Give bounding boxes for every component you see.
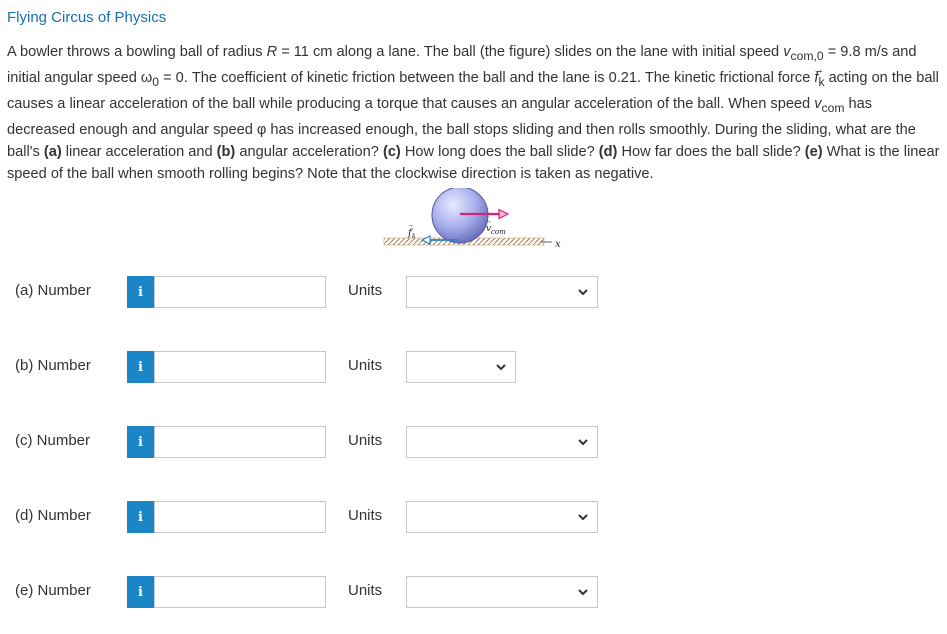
units-label-a: Units xyxy=(348,282,383,299)
number-input-d[interactable] xyxy=(154,501,326,533)
friction-subscript: k xyxy=(412,233,416,240)
x-axis-label: x xyxy=(555,239,561,250)
units-label-e: Units xyxy=(348,582,383,599)
part-b-label: (b) Number xyxy=(15,357,91,374)
part-c-label: (c) Number xyxy=(15,432,91,449)
units-label-d: Units xyxy=(348,507,383,524)
info-icon[interactable]: i xyxy=(127,351,154,383)
units-label-c: Units xyxy=(348,432,383,449)
svg-text:→: → xyxy=(407,222,414,229)
answer-row-c: (c) Number i Units xyxy=(0,424,947,460)
svg-text:→: → xyxy=(485,218,492,225)
info-icon[interactable]: i xyxy=(127,576,154,608)
velocity-arrowhead xyxy=(498,208,510,220)
units-dropdown-c[interactable] xyxy=(406,426,598,458)
units-dropdown-b[interactable] xyxy=(406,351,516,383)
chevron-down-icon xyxy=(578,514,588,521)
bowling-ball-figure: x f k → v com → xyxy=(380,186,570,254)
info-icon[interactable]: i xyxy=(127,426,154,458)
answer-row-d: (d) Number i Units xyxy=(0,499,947,535)
units-dropdown-a[interactable] xyxy=(406,276,598,308)
answer-row-e: (e) Number i Units xyxy=(0,574,947,610)
units-label-b: Units xyxy=(348,357,383,374)
part-d-label: (d) Number xyxy=(15,507,91,524)
part-a-label: (a) Number xyxy=(15,282,91,299)
problem-statement: A bowler throws a bowling ball of radius… xyxy=(7,41,941,185)
units-dropdown-e[interactable] xyxy=(406,576,598,608)
info-icon[interactable]: i xyxy=(127,501,154,533)
velocity-subscript: com xyxy=(491,228,506,236)
number-input-c[interactable] xyxy=(154,426,326,458)
part-e-label: (e) Number xyxy=(15,582,91,599)
chevron-down-icon xyxy=(496,364,506,371)
chevron-down-icon xyxy=(578,289,588,296)
answer-row-b: (b) Number i Units xyxy=(0,349,947,385)
bowling-ball xyxy=(431,186,489,244)
chevron-down-icon xyxy=(578,439,588,446)
units-dropdown-d[interactable] xyxy=(406,501,598,533)
info-icon[interactable]: i xyxy=(127,276,154,308)
number-input-e[interactable] xyxy=(154,576,326,608)
chevron-down-icon xyxy=(578,589,588,596)
page-title: Flying Circus of Physics xyxy=(7,9,167,26)
number-input-b[interactable] xyxy=(154,351,326,383)
answer-row-a: (a) Number i Units xyxy=(0,274,947,310)
number-input-a[interactable] xyxy=(154,276,326,308)
